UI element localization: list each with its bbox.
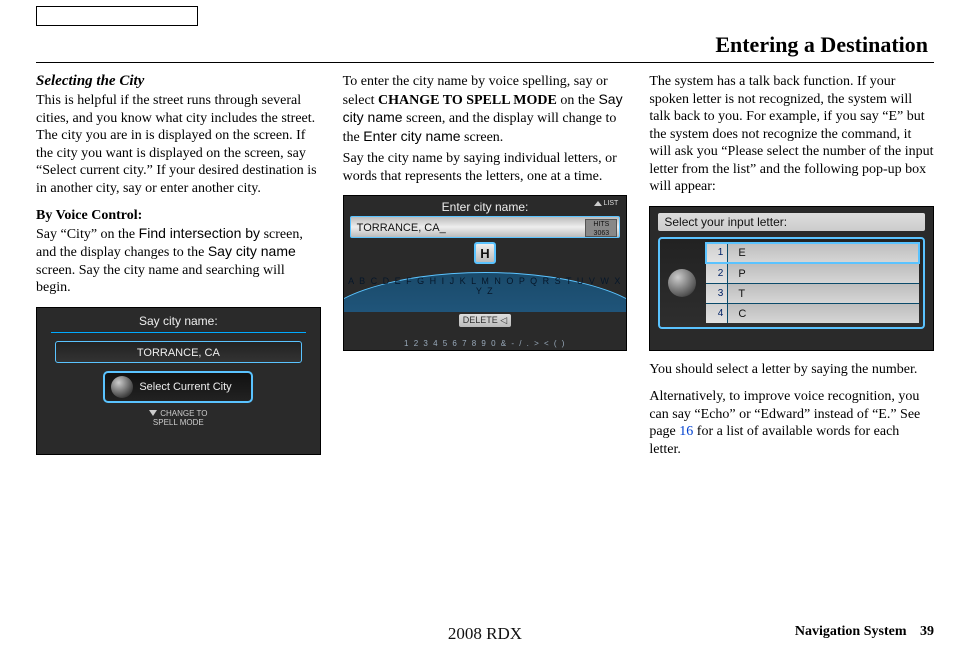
knob-icon xyxy=(668,269,696,297)
knob-icon xyxy=(111,376,133,398)
fig2-arc-letters: A B C D E F G H I J K L M N O P Q R S T … xyxy=(344,276,627,296)
top-empty-box xyxy=(36,6,198,26)
list-item: 1 E xyxy=(706,243,919,263)
fig3-knob-column xyxy=(664,269,700,297)
col1-p2e: screen. Say the city name and searching … xyxy=(36,263,285,296)
figure-enter-city-name: Enter city name: LIST TORRANCE, CA_ HITS… xyxy=(343,195,628,351)
say-city-name-screen-1: Say city name xyxy=(208,243,296,259)
footer-system-label: Navigation System xyxy=(795,624,907,639)
fig2-list-indicator: LIST xyxy=(594,200,619,207)
fig3-row-letter: P xyxy=(728,264,745,283)
col2-para2: Say the city name by saying individual l… xyxy=(343,150,628,185)
fig1-change-mode-label: CHANGE TO SPELL MODE xyxy=(45,409,312,427)
fig2-number-row: 1 2 3 4 5 6 7 8 9 0 & - / . > < ( ) xyxy=(344,339,627,348)
footer-page-number: 39 xyxy=(920,624,934,639)
fig3-row-num: 2 xyxy=(706,264,728,283)
col3-para2: You should select a letter by saying the… xyxy=(649,361,934,379)
subheading-selecting-city: Selecting the City xyxy=(36,73,321,90)
col1-para2: By Voice Control: Say “City” on the Find… xyxy=(36,207,321,297)
fig3-letter-list: 1 E 2 P 3 T 4 C xyxy=(706,243,919,323)
page-title: Entering a Destination xyxy=(36,32,934,58)
fig3-row-letter: T xyxy=(728,284,745,303)
fig1-select-current-city-button: Select Current City xyxy=(103,371,253,403)
col3-para1: The system has a talk back function. If … xyxy=(649,73,934,196)
col2-p1g: screen. xyxy=(461,130,504,145)
col3-para3: Alternatively, to improve voice recognit… xyxy=(649,388,934,458)
fig1-button-label: Select Current City xyxy=(139,381,231,393)
figure-say-city-name: Say city name: TORRANCE, CA Select Curre… xyxy=(36,307,321,455)
page-footer: 2008 RDX Navigation System 39 xyxy=(36,624,934,640)
triangle-down-icon xyxy=(149,410,157,416)
list-item: 4 C xyxy=(706,303,919,323)
col2-para1: To enter the city name by voice spelling… xyxy=(343,73,628,146)
fig3-body: 1 E 2 P 3 T 4 C xyxy=(658,237,925,329)
fig2-header: Enter city name: xyxy=(350,200,621,214)
fig1-bottom-line1: CHANGE TO xyxy=(160,409,207,418)
fig1-bottom-line2: SPELL MODE xyxy=(153,418,204,427)
figure-select-input-letter: Select your input letter: 1 E 2 P 3 xyxy=(649,206,934,351)
fig1-header: Say city name: xyxy=(45,314,312,328)
find-intersection-screen: Find intersection by xyxy=(139,225,260,241)
fig2-delete-button: DELETE ◁ xyxy=(350,314,621,327)
fig2-hits-label: HITS xyxy=(593,221,609,228)
by-voice-control-label: By Voice Control: xyxy=(36,208,142,223)
fig2-hits-box: HITS 3063 xyxy=(585,219,617,237)
list-item: 3 T xyxy=(706,283,919,303)
change-to-spell-mode-label: CHANGE TO SPELL MODE xyxy=(378,93,557,108)
column-2: To enter the city name by voice spelling… xyxy=(343,73,628,468)
col2-p1c: on the xyxy=(557,93,599,108)
fig2-input-value: TORRANCE, CA_ xyxy=(357,222,446,234)
fig3-row-letter: E xyxy=(728,243,745,263)
enter-city-name-screen: Enter city name xyxy=(363,128,460,144)
page-link-16[interactable]: 16 xyxy=(679,424,693,439)
fig1-city-field: TORRANCE, CA xyxy=(55,341,302,363)
column-3: The system has a talk back function. If … xyxy=(649,73,934,468)
fig2-letter-arc: A B C D E F G H I J K L M N O P Q R S T … xyxy=(344,266,627,312)
fig3-row-num: 4 xyxy=(706,304,728,323)
title-divider xyxy=(36,62,934,63)
fig1-divider xyxy=(51,332,306,333)
col1-p2a: Say “City” on the xyxy=(36,227,139,242)
fig3-header: Select your input letter: xyxy=(658,213,925,231)
fig2-list-label: LIST xyxy=(604,200,619,207)
col1-para1: This is helpful if the street runs throu… xyxy=(36,92,321,197)
fig2-input-field: TORRANCE, CA_ HITS 3063 xyxy=(350,216,621,238)
fig2-delete-label: DELETE xyxy=(463,315,498,325)
fig2-hits-value: 3063 xyxy=(594,230,610,237)
fig2-highlight-letter: H xyxy=(474,242,496,264)
content-columns: Selecting the City This is helpful if th… xyxy=(36,73,934,468)
footer-right: Navigation System 39 xyxy=(795,624,934,640)
fig3-row-letter: C xyxy=(728,304,746,323)
triangle-up-icon xyxy=(594,201,602,206)
fig3-row-num: 1 xyxy=(706,243,728,263)
list-item: 2 P xyxy=(706,263,919,283)
column-1: Selecting the City This is helpful if th… xyxy=(36,73,321,468)
fig3-row-num: 3 xyxy=(706,284,728,303)
